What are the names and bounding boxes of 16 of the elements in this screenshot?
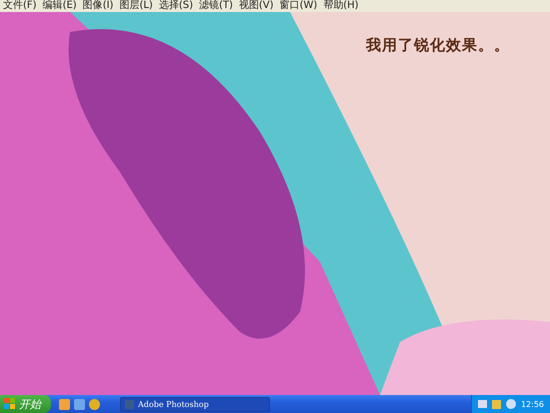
- menu-item[interactable]: 图像(I): [82, 0, 114, 12]
- menu-item[interactable]: 滤镜(T): [198, 0, 233, 12]
- caption-text: 我用了锐化效果。。: [366, 36, 510, 55]
- taskbar-task[interactable]: Adobe Photoshop: [120, 396, 270, 412]
- quick-launch-icon[interactable]: [59, 398, 70, 410]
- menu-item[interactable]: 图层(L): [119, 0, 153, 12]
- windows-logo-icon: [4, 398, 16, 410]
- menu-item[interactable]: 编辑(E): [42, 0, 77, 12]
- clock: 12:56: [520, 400, 544, 408]
- tray-icon[interactable]: [506, 399, 516, 409]
- app-icon: [125, 400, 134, 408]
- menu-item[interactable]: 选择(S): [158, 0, 193, 12]
- menu-item[interactable]: 视图(V): [238, 0, 274, 12]
- quick-launch-icon[interactable]: [89, 398, 100, 410]
- quick-launch-icon[interactable]: [74, 398, 85, 410]
- menu-item[interactable]: 帮助(H): [323, 0, 359, 12]
